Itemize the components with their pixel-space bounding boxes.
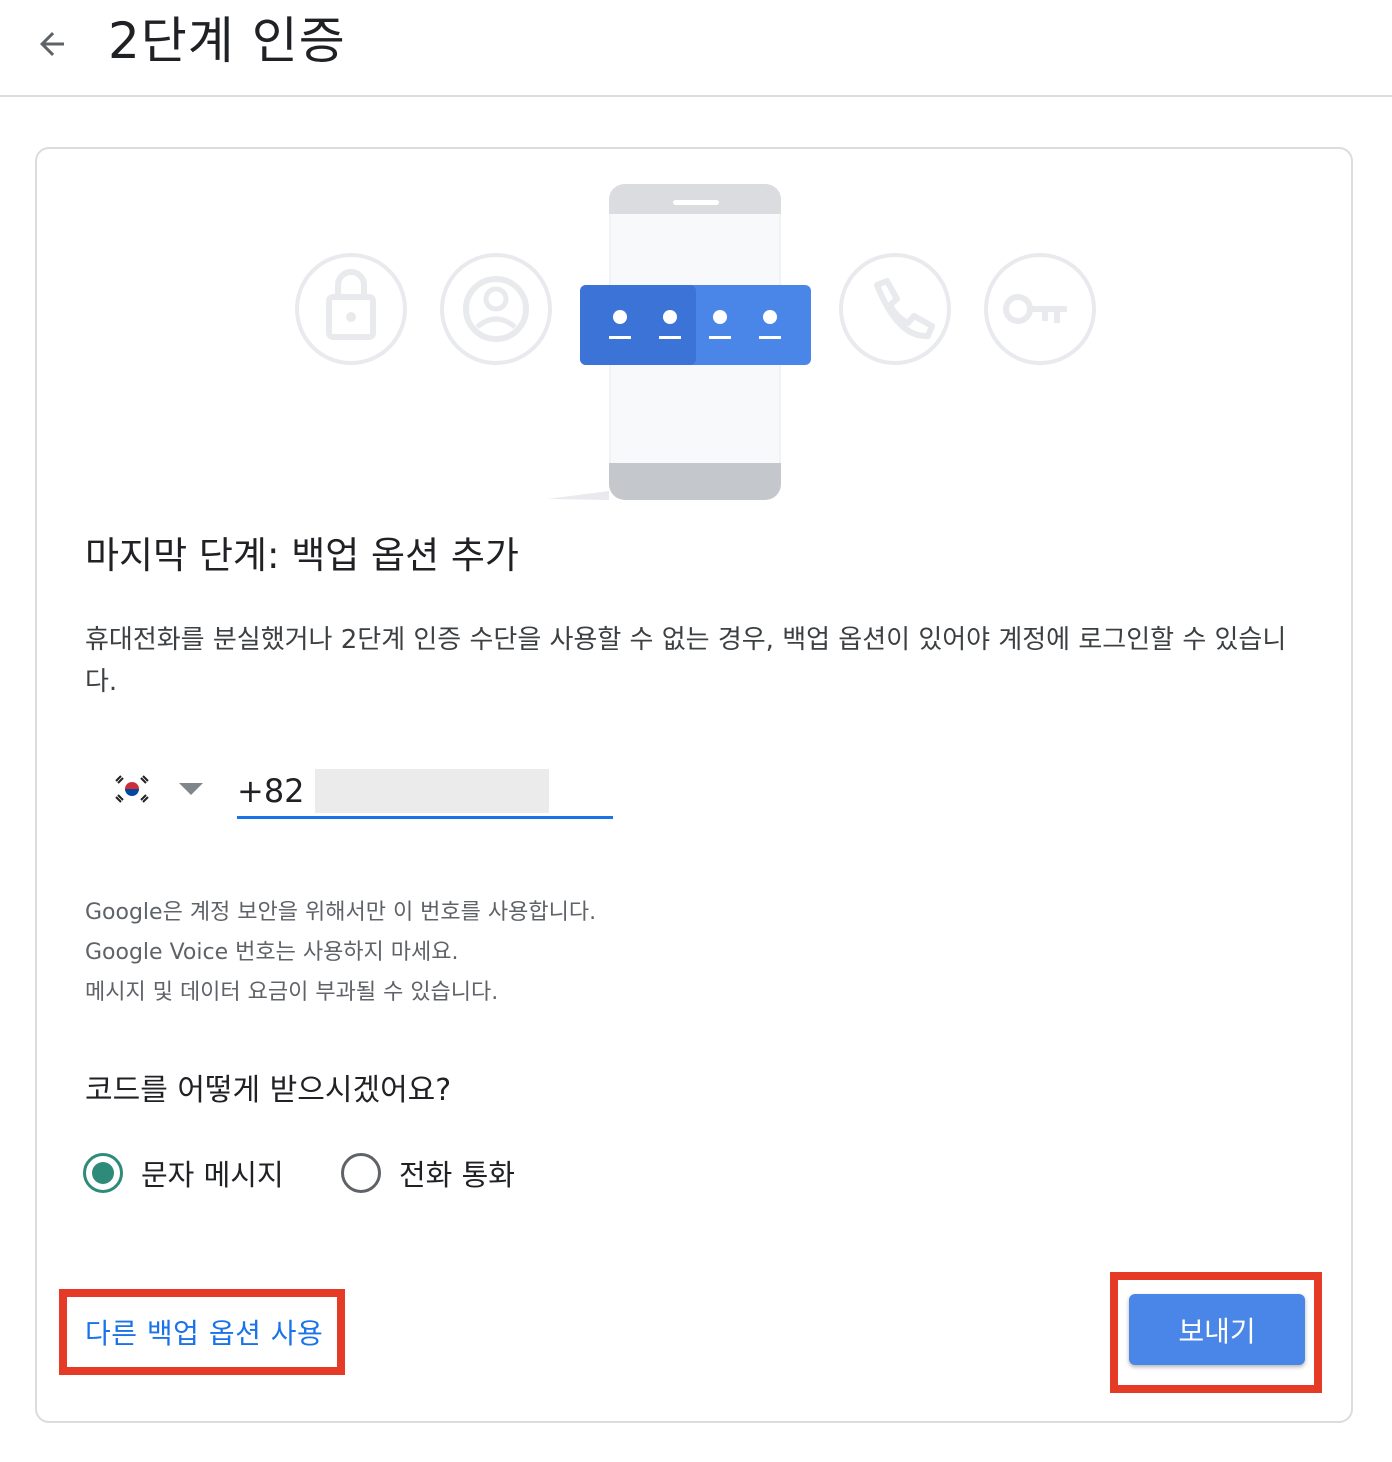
radio-text-message[interactable]: 문자 메시지 [83, 1149, 284, 1197]
delivery-question: 코드를 어떻게 받으시겠어요? [85, 1073, 452, 1108]
verification-code-card [580, 285, 811, 365]
country-code: +82 [237, 771, 305, 810]
notice-line: Google Voice 번호는 사용하지 마세요. [85, 940, 459, 965]
section-title: 마지막 단계: 백업 옵션 추가 [85, 534, 519, 577]
notice-line: Google은 계정 보안을 위해서만 이 번호를 사용합니다. [85, 900, 597, 925]
radio-unchecked-icon [341, 1153, 381, 1193]
account-circle-icon [440, 253, 552, 365]
back-button[interactable] [28, 20, 76, 68]
lock-icon [295, 253, 407, 365]
backup-options-illustration [295, 184, 1096, 500]
arrow-left-icon [40, 32, 64, 56]
backup-option-card: 마지막 단계: 백업 옵션 추가 휴대전화를 분실했거나 2단계 인증 수단을 … [35, 147, 1353, 1423]
phone-usage-notices: Google은 계정 보안을 위해서만 이 번호를 사용합니다. Google … [85, 893, 596, 1013]
use-other-backup-option-link[interactable]: 다른 백업 옵션 사용 [59, 1289, 345, 1375]
radio-label: 문자 메시지 [141, 1158, 284, 1192]
section-description: 휴대전화를 분실했거나 2단계 인증 수단을 사용할 수 없는 경우, 백업 옵… [85, 625, 1287, 697]
phone-icon [839, 253, 951, 365]
radio-checked-icon [83, 1153, 123, 1193]
phone-number-row: +82 [109, 759, 619, 823]
send-button-highlight: 보내기 [1110, 1272, 1322, 1393]
notice-line: 메시지 및 데이터 요금이 부과될 수 있습니다. [85, 980, 499, 1005]
radio-phone-call[interactable]: 전화 통화 [341, 1149, 515, 1197]
phone-number-input[interactable]: +82 [237, 765, 613, 819]
key-icon [984, 253, 1096, 365]
send-button[interactable]: 보내기 [1129, 1294, 1305, 1365]
redacted-phone-number [314, 768, 549, 813]
south-korea-flag-icon[interactable] [113, 773, 151, 805]
top-app-bar: 2단계 인증 [0, 0, 1392, 97]
country-dropdown-icon[interactable] [179, 783, 203, 795]
page-title: 2단계 인증 [108, 12, 346, 70]
radio-label: 전화 통화 [399, 1158, 515, 1192]
